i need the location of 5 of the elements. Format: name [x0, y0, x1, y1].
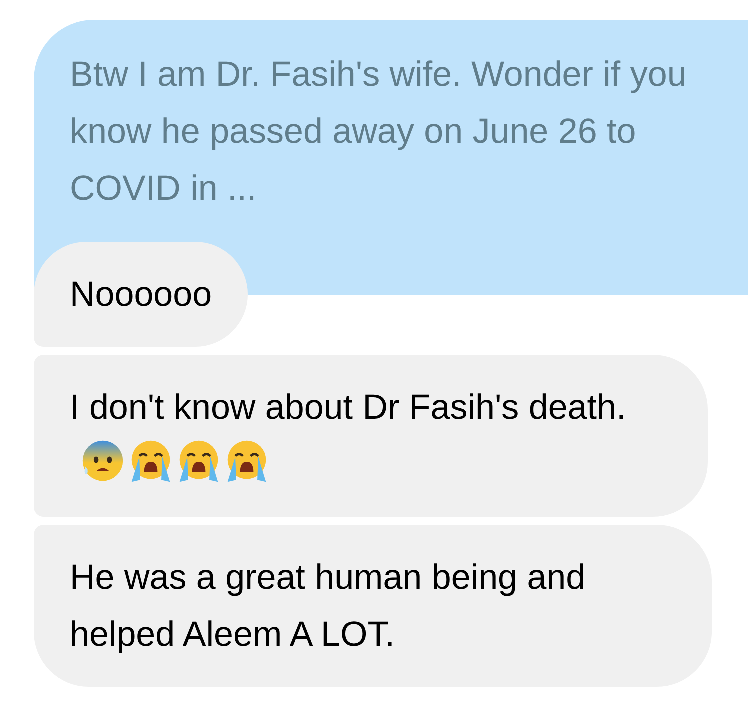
- anxious-face-icon: [80, 438, 126, 484]
- message-text: Noooooo: [70, 275, 212, 314]
- message-text: He was a great human being and helped Aleem A LOT.: [70, 558, 586, 654]
- message-text: Btw I am Dr. Fasih's wife. Wonder if you know he passed away on June 26 to COVID in ...: [70, 55, 687, 208]
- message-text: I don't know about Dr Fasih's death.: [70, 388, 626, 427]
